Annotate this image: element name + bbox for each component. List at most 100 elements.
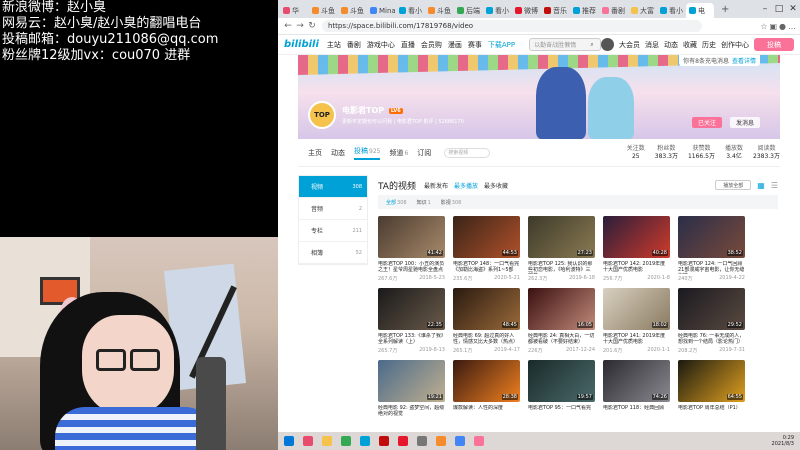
nav-esports[interactable]: 赛事 bbox=[468, 40, 482, 50]
nav-messages[interactable]: 消息 bbox=[645, 40, 659, 50]
video-title[interactable]: 经典电影 92: 盗梦空间，超级绝对的视觉 bbox=[378, 405, 445, 418]
tab-dynamic[interactable]: 动态 bbox=[331, 148, 345, 158]
filter-all[interactable]: 全部308 bbox=[386, 199, 407, 206]
video-thumbnail[interactable]: 16:05 bbox=[528, 288, 595, 330]
video-card[interactable]: 44:53 电影君TOP 148：一口气看完《加勒比海盗》系列1~5部 235.6万… bbox=[453, 216, 520, 282]
video-thumbnail[interactable]: 64:55 bbox=[678, 360, 745, 402]
browser-tab[interactable]: 看小 bbox=[657, 3, 685, 18]
taskbar-app-icon[interactable] bbox=[436, 436, 446, 446]
close-icon[interactable]: ✕ bbox=[786, 4, 800, 14]
filter-knowledge[interactable]: 知识1 bbox=[417, 199, 431, 206]
taskbar-app-icon[interactable] bbox=[341, 436, 351, 446]
nav-vip[interactable]: 大会员 bbox=[619, 40, 640, 50]
more-icon[interactable]: … bbox=[788, 22, 796, 31]
video-card[interactable]: 40:28 电影君TOP 142: 2019年度十大国产优质电影 256.7万 202… bbox=[603, 216, 670, 282]
video-thumbnail[interactable]: 18:02 bbox=[603, 288, 670, 330]
profile-icon[interactable]: ● bbox=[779, 22, 786, 31]
video-thumbnail[interactable]: 27:23 bbox=[528, 216, 595, 258]
video-card[interactable]: 38:52电影君TOP 124: 一口气回顾21部漫威宇宙电影，让你无缝衔接24… bbox=[678, 216, 745, 282]
video-title[interactable]: 电影君TOP 133:《谁杀了我》全系列解读（上） bbox=[378, 333, 445, 346]
bilibili-logo[interactable]: bilibili bbox=[284, 39, 319, 50]
search-icon[interactable]: ⌕ bbox=[584, 41, 600, 49]
browser-tab[interactable]: 斗鱼 bbox=[309, 3, 337, 18]
left-nav-articles[interactable]: 专栏 211 bbox=[299, 220, 367, 242]
video-title[interactable]: 电影君TOP 95：一口气看完 bbox=[528, 405, 595, 418]
video-card[interactable]: 18:02 电影君TOP 141: 2019年度十大国产优质电影 201.6万 202… bbox=[603, 288, 670, 354]
minimize-icon[interactable]: – bbox=[758, 4, 772, 14]
video-title[interactable]: 电影君TOP 148：一口气看完《加勒比海盗》系列1~5部 bbox=[453, 261, 520, 274]
grid-view-icon[interactable]: ▦ bbox=[757, 181, 765, 190]
forward-icon[interactable]: → bbox=[294, 21, 306, 31]
message-button[interactable]: 发消息 bbox=[730, 117, 760, 128]
video-title[interactable]: 爆款解读：人性的深度 bbox=[453, 405, 520, 418]
browser-tab[interactable]: 斗鱼 bbox=[338, 3, 366, 18]
taskbar-app-icon[interactable] bbox=[417, 436, 427, 446]
left-nav-albums[interactable]: 相簿 52 bbox=[299, 242, 367, 264]
video-title[interactable]: 电影君TOP 125: 我认识的那些初恋电影，《哈利波特》三部曲 bbox=[528, 261, 595, 274]
order-most-played[interactable]: 最多播放 bbox=[454, 181, 478, 190]
stat-fans[interactable]: 粉丝数 383.3万 bbox=[655, 145, 678, 161]
video-card[interactable]: 22:35 电影君TOP 133:《谁杀了我》全系列解读（上） 265.7万 2019… bbox=[378, 288, 445, 354]
tab-home[interactable]: 主页 bbox=[308, 148, 322, 158]
video-card[interactable]: 29:52 经典电影 76: 一事无成的人，想找到一个结局（影论热门） 208.2万… bbox=[678, 288, 745, 354]
tab-subscriptions[interactable]: 订阅 bbox=[417, 148, 431, 158]
browser-tab[interactable]: Mina bbox=[367, 3, 395, 18]
nav-anime[interactable]: 番剧 bbox=[347, 40, 361, 50]
tab-channels[interactable]: 频道6 bbox=[389, 148, 408, 158]
video-thumbnail[interactable]: 19:21 bbox=[378, 360, 445, 402]
play-all-button[interactable]: 播放全部 bbox=[715, 180, 752, 190]
star-icon[interactable]: ☆ bbox=[760, 22, 767, 31]
left-nav-audio[interactable]: 音频 2 bbox=[299, 198, 367, 220]
browser-tab[interactable]: 番剧 bbox=[599, 3, 627, 18]
left-nav-video[interactable]: 视频 308 bbox=[299, 176, 367, 198]
order-latest[interactable]: 最新发布 bbox=[424, 181, 448, 190]
video-title[interactable]: 经典电影 24: 真相大白，一切都被看破（不要好结束） bbox=[528, 333, 595, 346]
taskbar-app-icon[interactable] bbox=[455, 436, 465, 446]
taskbar-app-icon[interactable] bbox=[303, 436, 313, 446]
list-view-icon[interactable]: ☰ bbox=[771, 181, 778, 190]
video-card[interactable]: 28:38 爆款解读：人性的深度 bbox=[453, 360, 520, 419]
video-title[interactable]: 经典电影 76: 一事无成的人，想找到一个结局（影论热门） bbox=[678, 333, 745, 346]
video-thumbnail[interactable]: 38:52 bbox=[678, 216, 745, 258]
browser-tab[interactable]: 音乐 bbox=[541, 3, 569, 18]
nav-dynamics[interactable]: 动态 bbox=[664, 40, 678, 50]
taskbar-app-icon[interactable] bbox=[474, 436, 484, 446]
video-card[interactable]: 27:23电影君TOP 125: 我认识的那些初恋电影，《哈利波特》三部曲262… bbox=[528, 216, 595, 282]
filter-film[interactable]: 影视308 bbox=[441, 199, 462, 206]
browser-tab[interactable]: 电 bbox=[686, 3, 714, 18]
taskbar-clock[interactable]: 0:29 2021/8/3 bbox=[772, 435, 800, 447]
nav-download-app[interactable]: 下载APP bbox=[488, 40, 515, 50]
video-title[interactable]: 电影君TOP 142: 2019年度十大国产优质电影 bbox=[603, 261, 670, 274]
browser-tab[interactable]: 看小 bbox=[396, 3, 424, 18]
back-icon[interactable]: ← bbox=[282, 21, 294, 31]
video-title[interactable]: 电影君TOP 124: 一口气回顾21部漫威宇宙电影，让你无缝衔接 bbox=[678, 261, 745, 274]
taskbar-app-icon[interactable] bbox=[322, 436, 332, 446]
collections-icon[interactable]: ▣ bbox=[769, 22, 777, 31]
video-card[interactable]: 16:05 经典电影 24: 真相大白，一切都被看破（不要好结束） 226万 2017… bbox=[528, 288, 595, 354]
nav-game[interactable]: 游戏中心 bbox=[367, 40, 395, 50]
video-title[interactable]: 电影君TOP 118：经典回顾 bbox=[603, 405, 670, 418]
search-input[interactable]: 以勤奋战胜懒惰 bbox=[534, 40, 576, 49]
video-thumbnail[interactable]: 74:26 bbox=[603, 360, 670, 402]
video-thumbnail[interactable]: 40:28 bbox=[603, 216, 670, 258]
up-name-text[interactable]: 电影君TOP bbox=[342, 106, 384, 115]
taskbar-app-icon[interactable] bbox=[284, 436, 294, 446]
video-thumbnail[interactable]: 22:35 bbox=[378, 288, 445, 330]
tab-uploads[interactable]: 投稿925 bbox=[354, 146, 381, 160]
nav-creator-center[interactable]: 创作中心 bbox=[721, 40, 749, 50]
maximize-icon[interactable]: □ bbox=[772, 4, 786, 14]
browser-tab[interactable]: 华 bbox=[280, 3, 308, 18]
new-tab-button[interactable]: + bbox=[715, 4, 735, 15]
video-thumbnail[interactable]: 19:57 bbox=[528, 360, 595, 402]
order-most-favorited[interactable]: 最多收藏 bbox=[484, 181, 508, 190]
video-thumbnail[interactable]: 29:52 bbox=[678, 288, 745, 330]
nav-favorites[interactable]: 收藏 bbox=[683, 40, 697, 50]
browser-tab[interactable]: 大富 bbox=[628, 3, 656, 18]
nav-manga[interactable]: 漫画 bbox=[448, 40, 462, 50]
stat-following[interactable]: 关注数 25 bbox=[627, 145, 645, 161]
browser-tab[interactable]: 斗鱼 bbox=[425, 3, 453, 18]
taskbar-app-icon[interactable] bbox=[398, 436, 408, 446]
video-card[interactable]: 48:45 经典电影 69: 超过真的好人性，情感又比大多数（热点） 265.1万 2… bbox=[453, 288, 520, 354]
browser-tab[interactable]: 推荐 bbox=[570, 3, 598, 18]
video-thumbnail[interactable]: 41:42 bbox=[378, 216, 445, 258]
